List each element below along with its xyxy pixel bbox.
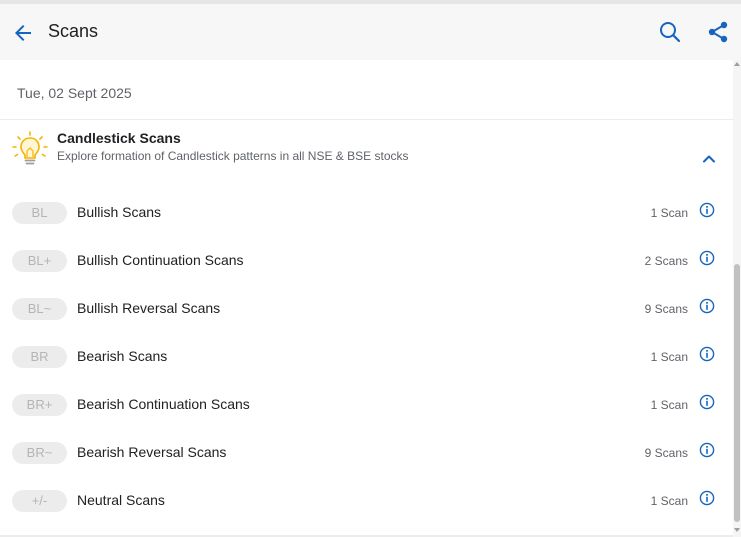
info-icon[interactable] bbox=[699, 442, 715, 458]
scan-row-bullish-reversal[interactable]: BL~ Bullish Reversal Scans 9 Scans bbox=[0, 286, 733, 334]
scan-label: Bearish Reversal Scans bbox=[77, 444, 227, 460]
scan-label: Neutral Scans bbox=[77, 492, 165, 508]
scan-count: 1 Scan bbox=[650, 206, 688, 220]
scan-label: Bearish Continuation Scans bbox=[77, 396, 250, 412]
section-subtitle: Explore formation of Candlestick pattern… bbox=[57, 149, 409, 163]
scrollbar-thumb[interactable] bbox=[734, 264, 740, 522]
scan-count: 1 Scan bbox=[650, 350, 688, 364]
scan-badge: BL bbox=[12, 202, 67, 224]
scroll-down-arrow-icon[interactable] bbox=[734, 528, 740, 532]
scan-label: Bearish Scans bbox=[77, 348, 168, 364]
scan-row-bullish-continuation[interactable]: BL+ Bullish Continuation Scans 2 Scans bbox=[0, 238, 733, 286]
scan-label: Bullish Scans bbox=[77, 204, 162, 220]
scan-badge: BR~ bbox=[12, 442, 67, 464]
info-icon[interactable] bbox=[699, 394, 715, 410]
scan-count: 9 Scans bbox=[644, 446, 688, 460]
arrow-left-icon[interactable] bbox=[11, 21, 35, 45]
scan-badge: BR bbox=[12, 346, 67, 368]
scan-badge: +/- bbox=[12, 490, 67, 512]
info-icon[interactable] bbox=[699, 346, 715, 362]
info-icon[interactable] bbox=[699, 298, 715, 314]
search-icon[interactable] bbox=[658, 20, 682, 44]
scan-row-bearish[interactable]: BR Bearish Scans 1 Scan bbox=[0, 334, 733, 382]
lightbulb-icon bbox=[12, 131, 48, 165]
scan-label: Bullish Continuation Scans bbox=[77, 252, 244, 268]
scan-badge: BL+ bbox=[12, 250, 67, 272]
scan-badge: BR+ bbox=[12, 394, 67, 416]
date-label: Tue, 02 Sept 2025 bbox=[17, 85, 132, 101]
scan-row-neutral[interactable]: +/- Neutral Scans 1 Scan bbox=[0, 478, 733, 526]
share-icon[interactable] bbox=[706, 20, 730, 44]
info-icon[interactable] bbox=[699, 250, 715, 266]
scan-badge: BL~ bbox=[12, 298, 67, 320]
info-icon[interactable] bbox=[699, 202, 715, 218]
scan-count: 2 Scans bbox=[644, 254, 688, 268]
app-header: Scans bbox=[0, 4, 741, 60]
scan-count: 9 Scans bbox=[644, 302, 688, 316]
divider bbox=[0, 119, 733, 120]
chevron-up-icon[interactable] bbox=[700, 150, 718, 168]
scan-label: Bullish Reversal Scans bbox=[77, 300, 221, 316]
section-title: Candlestick Scans bbox=[57, 130, 181, 146]
scroll-up-arrow-icon[interactable] bbox=[734, 62, 740, 66]
page-title: Scans bbox=[48, 21, 99, 41]
scan-row-bearish-continuation[interactable]: BR+ Bearish Continuation Scans 1 Scan bbox=[0, 382, 733, 430]
info-icon[interactable] bbox=[699, 490, 715, 506]
scan-count: 1 Scan bbox=[650, 494, 688, 508]
scan-row-bearish-reversal[interactable]: BR~ Bearish Reversal Scans 9 Scans bbox=[0, 430, 733, 478]
scan-row-bullish[interactable]: BL Bullish Scans 1 Scan bbox=[0, 190, 733, 238]
scan-count: 1 Scan bbox=[650, 398, 688, 412]
